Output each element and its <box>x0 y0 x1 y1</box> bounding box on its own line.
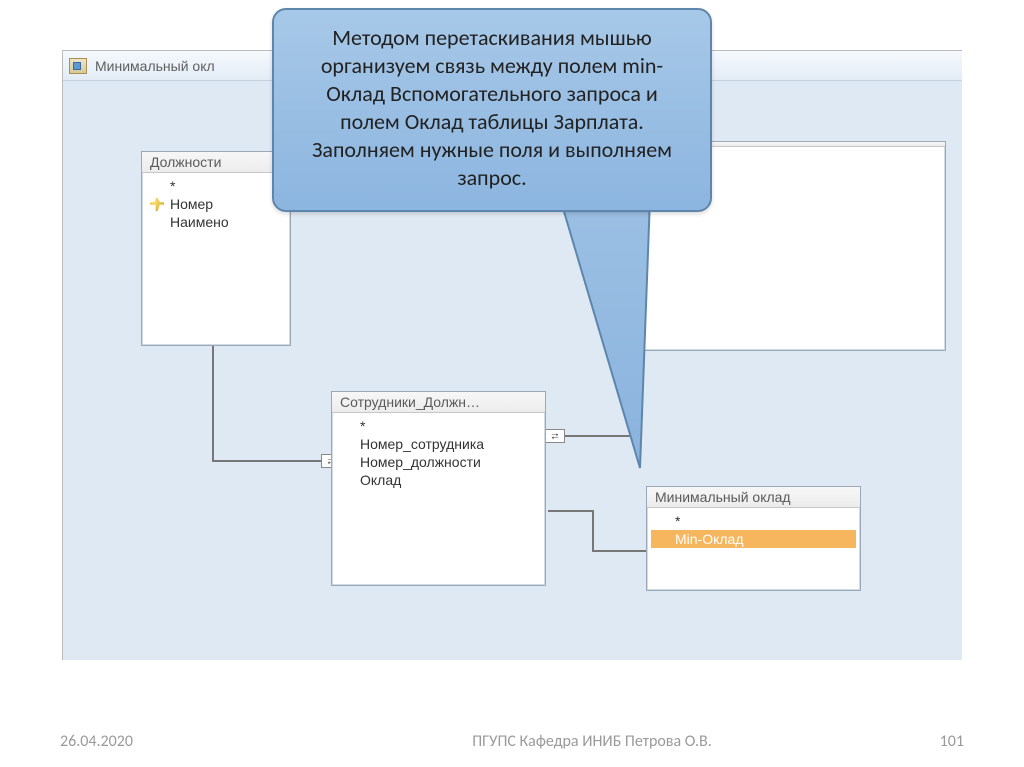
table-box-dolzhnosti[interactable]: Должности * Номер Наимено <box>141 151 291 346</box>
table-header[interactable]: Сотрудники_Должн… <box>332 392 545 413</box>
join-knot[interactable]: ⮂ <box>545 429 565 443</box>
table-header[interactable]: Должности <box>142 152 290 173</box>
footer-date: 26.04.2020 <box>60 732 300 751</box>
table-box-sotrudniki-dolzhn[interactable]: Сотрудники_Должн… * Номер_сотрудника Ном… <box>331 391 546 586</box>
field-naimeno[interactable]: Наимено <box>146 213 286 231</box>
table-box-min-oklad[interactable]: Минимальный оклад * Min-Оклад <box>646 486 861 591</box>
field-star[interactable]: * <box>336 417 541 435</box>
table-header[interactable]: Минимальный оклад <box>647 487 860 508</box>
field-min-oklad[interactable]: Min-Оклад <box>651 530 856 548</box>
field-nomer-sotrudnika[interactable]: Номер_сотрудника <box>336 435 541 453</box>
table-field-list: * Min-Оклад <box>647 508 860 552</box>
footer-center: ПГУПС Кафедра ИНИБ Петрова О.В. <box>300 732 884 751</box>
callout-text: Методом перетаскивания мышью организуем … <box>312 24 672 191</box>
field-nomer-dolzhnosti[interactable]: Номер_должности <box>336 453 541 471</box>
query-icon <box>69 58 87 74</box>
table-field-list: * Номер Наимено <box>142 173 290 235</box>
footer-page: 101 <box>884 732 964 751</box>
instruction-callout: Методом перетаскивания мышью организуем … <box>272 8 712 212</box>
table-field-list: * Номер_сотрудника Номер_должности Оклад <box>332 413 545 493</box>
field-star[interactable]: * <box>651 512 856 530</box>
field-nomer[interactable]: Номер <box>146 195 286 213</box>
field-star[interactable]: * <box>146 177 286 195</box>
slide-footer: 26.04.2020 ПГУПС Кафедра ИНИБ Петрова О.… <box>0 732 1024 751</box>
window-title: Минимальный окл <box>95 58 215 74</box>
field-oklad[interactable]: Оклад <box>336 471 541 489</box>
